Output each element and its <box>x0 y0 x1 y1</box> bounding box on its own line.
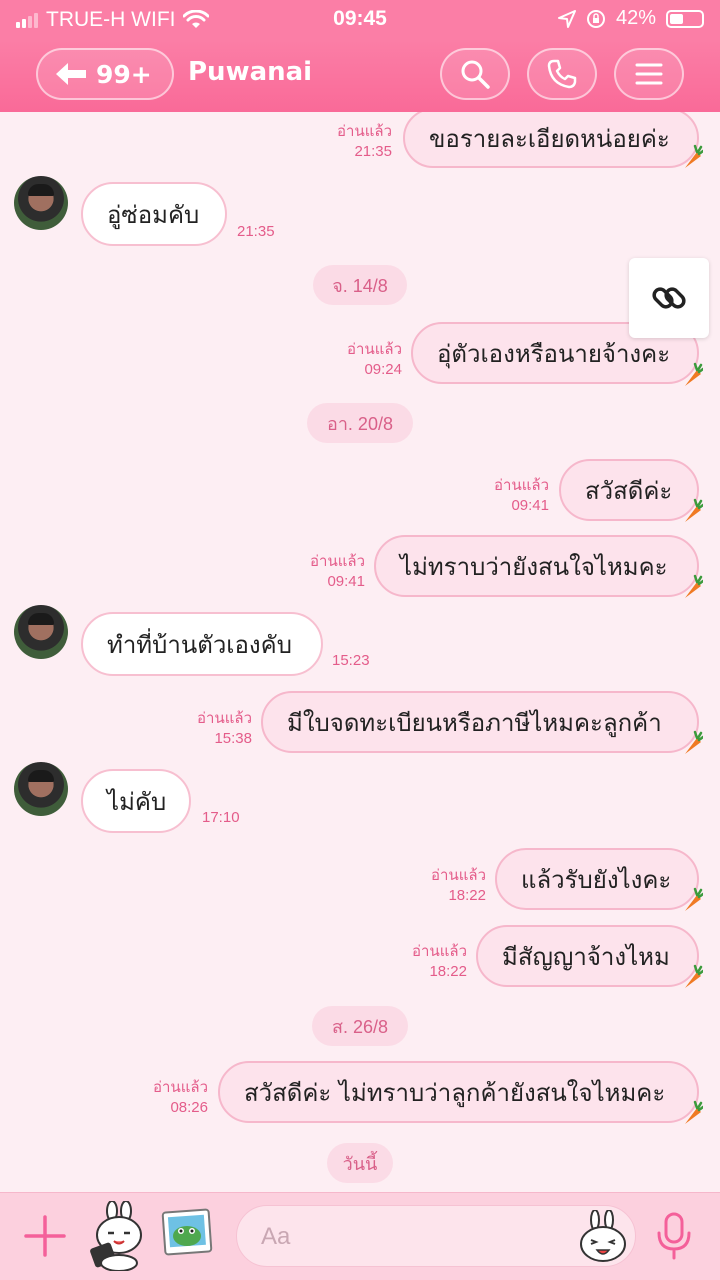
message-text: อู่ซ่อมคับ <box>107 200 200 229</box>
message-meta: อ่านแล้ว 21:35 <box>337 122 392 162</box>
status-right: 42% <box>557 7 704 30</box>
message-time: 09:41 <box>511 497 549 514</box>
read-receipt: อ่านแล้ว <box>153 1079 208 1096</box>
message-time: 09:41 <box>327 573 365 590</box>
carrot-icon <box>685 730 703 754</box>
message-time: 18:22 <box>448 887 486 904</box>
message-bubble-in[interactable]: ทำที่บ้านตัวเองคับ <box>81 612 323 676</box>
read-receipt: อ่านแล้ว <box>431 867 486 884</box>
message-time: 15:23 <box>332 652 370 669</box>
message-meta: อ่านแล้ว 18:22 <box>431 866 486 906</box>
link-icon <box>652 287 686 309</box>
message-meta: อ่านแล้ว 09:24 <box>347 340 402 380</box>
message-text: ไม่คับ <box>107 787 167 816</box>
menu-button[interactable] <box>614 48 684 100</box>
message-text: สวัสดีค่ะ ไม่ทราบว่าลูกค้ายังสนใจไหมคะ <box>244 1078 666 1107</box>
message-text: สวัสดีค่ะ <box>585 476 673 505</box>
read-receipt: อ่านแล้ว <box>494 477 549 494</box>
back-button[interactable]: 99+ <box>36 48 174 100</box>
status-bar: TRUE-H WIFI 09:45 42% <box>0 0 720 40</box>
message-meta: อ่านแล้ว 15:38 <box>197 709 252 749</box>
chat-area[interactable]: อ่านแล้ว 21:35 ขอรายละเอียดหน่อยค่ะ อู่ซ… <box>0 112 720 1192</box>
message-text: ขอรายละเอียดหน่อยค่ะ <box>429 124 670 153</box>
chat-title[interactable]: Puwanai <box>188 57 312 87</box>
message-text: มีใบจดทะเบียนหรือภาษีไหมคะลูกค้า <box>287 708 662 737</box>
photo-icon[interactable] <box>160 1207 214 1257</box>
message-bubble-in[interactable]: ไม่คับ <box>81 769 191 833</box>
carrot-icon <box>685 887 703 911</box>
message-text: ทำที่บ้านตัวเองคับ <box>107 630 292 659</box>
read-receipt: อ่านแล้ว <box>197 710 252 727</box>
menu-icon <box>635 63 663 85</box>
message-text: แล้วรับยังไงคะ <box>521 865 672 894</box>
location-icon <box>557 9 576 28</box>
call-button[interactable] <box>527 48 597 100</box>
message-meta: อ่านแล้ว 18:22 <box>412 942 467 982</box>
message-bubble-out[interactable]: สวัสดีค่ะ ไม่ทราบว่าลูกค้ายังสนใจไหมคะ <box>218 1061 699 1123</box>
message-composer <box>0 1192 720 1280</box>
avatar[interactable] <box>14 605 68 659</box>
message-bubble-out[interactable]: สวัสดีค่ะ <box>559 459 699 521</box>
avatar[interactable] <box>14 176 68 230</box>
message-bubble-out[interactable]: ไม่ทราบว่ายังสนใจไหมคะ <box>374 535 699 597</box>
plus-icon[interactable] <box>22 1213 68 1259</box>
message-meta: อ่านแล้ว 08:26 <box>153 1078 208 1118</box>
message-time: 21:35 <box>237 223 275 240</box>
message-text: มีสัญญาจ้างไหม <box>502 942 670 971</box>
message-bubble-in[interactable]: อู่ซ่อมคับ <box>81 182 227 246</box>
sticker-icon[interactable] <box>88 1201 148 1271</box>
message-bubble-out[interactable]: ขอรายละเอียดหน่อยค่ะ <box>403 112 699 168</box>
date-separator: วันนี้ <box>327 1143 393 1183</box>
carrot-icon <box>685 144 703 168</box>
message-bubble-out[interactable]: มีสัญญาจ้างไหม <box>476 925 699 987</box>
message-text: ไม่ทราบว่ายังสนใจไหมคะ <box>400 552 668 581</box>
chat-header: 99+ Puwanai <box>0 40 720 112</box>
carrot-icon <box>685 498 703 522</box>
battery-percent: 42% <box>615 7 656 29</box>
phone-icon <box>547 59 577 89</box>
carrot-icon <box>685 362 703 386</box>
carrot-icon <box>685 574 703 598</box>
message-time: 15:38 <box>214 730 252 747</box>
microphone-icon[interactable] <box>656 1211 692 1261</box>
message-bubble-out[interactable]: แล้วรับยังไงคะ <box>495 848 699 910</box>
search-icon <box>461 60 490 89</box>
battery-icon <box>666 9 704 28</box>
date-separator: อา. 20/8 <box>307 403 413 443</box>
carrot-icon <box>685 1100 703 1124</box>
message-time: 18:22 <box>429 963 467 980</box>
carrot-icon <box>685 964 703 988</box>
avatar[interactable] <box>14 762 68 816</box>
message-input-box[interactable] <box>236 1205 636 1267</box>
date-separator: ส. 26/8 <box>312 1006 408 1046</box>
rotation-lock-icon <box>586 9 605 28</box>
back-arrow-icon <box>56 63 86 85</box>
unread-count: 99+ <box>96 59 152 89</box>
read-receipt: อ่านแล้ว <box>337 123 392 140</box>
message-time: 09:24 <box>364 361 402 378</box>
message-input[interactable] <box>261 1218 561 1256</box>
message-text: อุ่ตัวเองหรือนายจ้างคะ <box>437 339 671 368</box>
link-button[interactable] <box>629 258 709 338</box>
date-separator: จ. 14/8 <box>313 265 407 305</box>
message-time: 08:26 <box>170 1099 208 1116</box>
read-receipt: อ่านแล้ว <box>412 943 467 960</box>
message-bubble-out[interactable]: มีใบจดทะเบียนหรือภาษีไหมคะลูกค้า <box>261 691 699 753</box>
search-button[interactable] <box>440 48 510 100</box>
message-time: 17:10 <box>202 809 240 826</box>
read-receipt: อ่านแล้ว <box>347 341 402 358</box>
read-receipt: อ่านแล้ว <box>310 553 365 570</box>
message-time: 21:35 <box>354 143 392 160</box>
emoji-icon[interactable] <box>577 1210 629 1264</box>
message-meta: อ่านแล้ว 09:41 <box>494 476 549 516</box>
message-meta: อ่านแล้ว 09:41 <box>310 552 365 592</box>
